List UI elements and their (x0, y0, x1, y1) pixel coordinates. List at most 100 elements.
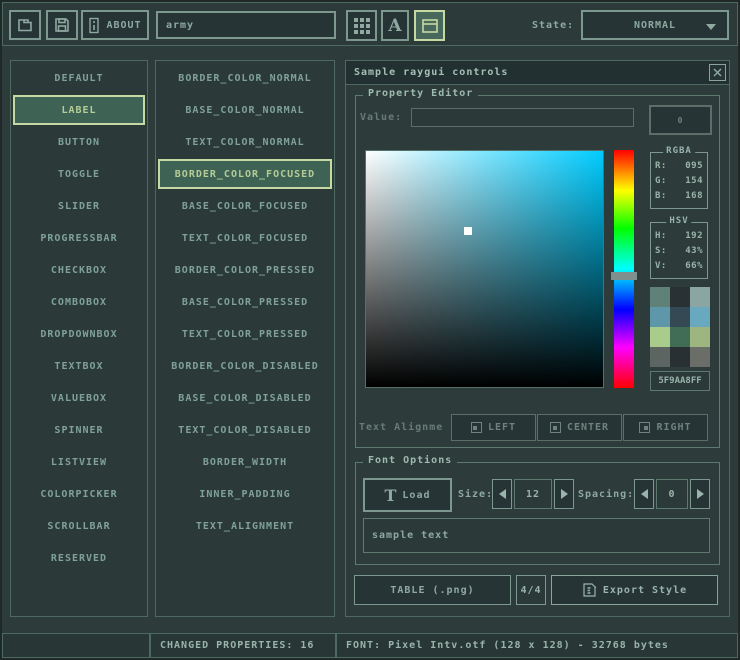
property-item-text_color_focused[interactable]: TEXT_COLOR_FOCUSED (158, 223, 332, 253)
align-center-button[interactable]: CENTER (537, 414, 622, 441)
control-item-button[interactable]: BUTTON (13, 127, 145, 157)
align-right-button[interactable]: RIGHT (623, 414, 708, 441)
font-load-button[interactable]: T Load (363, 478, 452, 512)
control-item-progressbar[interactable]: PROGRESSBAR (13, 223, 145, 253)
size-value: 12 (526, 489, 540, 500)
control-item-default[interactable]: DEFAULT (13, 63, 145, 93)
style-color-swatch-0[interactable] (650, 287, 670, 307)
control-item-listview[interactable]: LISTVIEW (13, 447, 145, 477)
property-item-base_color_focused[interactable]: BASE_COLOR_FOCUSED (158, 191, 332, 221)
size-decrease-button[interactable] (492, 479, 512, 509)
style-color-swatch-11[interactable] (690, 347, 710, 367)
hue-slider-handle[interactable] (611, 272, 637, 280)
property-item-base_color_normal[interactable]: BASE_COLOR_NORMAL (158, 95, 332, 125)
style-color-swatch-6[interactable] (650, 327, 670, 347)
style-color-swatch-8[interactable] (690, 327, 710, 347)
controls-view-button[interactable] (414, 10, 445, 41)
state-dropdown[interactable]: NORMAL (581, 10, 729, 40)
value-spinner-button[interactable]: 0 (649, 105, 712, 135)
sample-text-input[interactable]: sample text (363, 518, 710, 553)
control-item-combobox[interactable]: COMBOBOX (13, 287, 145, 317)
color-picker-sv-square[interactable] (365, 150, 604, 388)
control-item-checkbox[interactable]: CHECKBOX (13, 255, 145, 285)
property-item-text_color_disabled[interactable]: TEXT_COLOR_DISABLED (158, 415, 332, 445)
control-item-textbox[interactable]: TEXTBOX (13, 351, 145, 381)
style-color-swatch-10[interactable] (670, 347, 690, 367)
folder-open-icon (15, 15, 35, 35)
hex-color-input[interactable]: 5F9AA8FF (650, 371, 710, 391)
spacing-decrease-button[interactable] (634, 479, 654, 509)
property-item-text_alignment[interactable]: TEXT_ALIGNMENT (158, 511, 332, 541)
property-item-border_width[interactable]: BORDER_WIDTH (158, 447, 332, 477)
control-item-toggle[interactable]: TOGGLE (13, 159, 145, 189)
export-format-label: TABLE (.png) (390, 585, 474, 596)
control-item-scrollbar[interactable]: SCROLLBAR (13, 511, 145, 541)
value-input[interactable] (411, 108, 634, 127)
spacing-value: 0 (668, 489, 675, 500)
size-value-box[interactable]: 12 (514, 479, 552, 509)
hex-color-value: 5F9AA8FF (658, 376, 701, 386)
size-label: Size: (458, 478, 493, 510)
spacing-increase-button[interactable] (690, 479, 710, 509)
font-view-button[interactable]: A (381, 10, 409, 41)
export-format-pages[interactable]: 4/4 (516, 575, 546, 605)
align-right-icon (639, 422, 650, 433)
style-color-swatch-3[interactable] (650, 307, 670, 327)
window-close-button[interactable] (709, 64, 726, 81)
size-increase-button[interactable] (554, 479, 574, 509)
window-title-bar[interactable]: Sample raygui controls (346, 61, 729, 85)
style-color-swatch-7[interactable] (670, 327, 690, 347)
style-color-swatch-9[interactable] (650, 347, 670, 367)
export-format-button[interactable]: TABLE (.png) (354, 575, 511, 605)
property-item-text_color_pressed[interactable]: TEXT_COLOR_PRESSED (158, 319, 332, 349)
property-item-border_color_focused[interactable]: BORDER_COLOR_FOCUSED (158, 159, 332, 189)
chevron-down-icon (706, 24, 716, 30)
property-item-base_color_pressed[interactable]: BASE_COLOR_PRESSED (158, 287, 332, 317)
style-table-view-button[interactable] (346, 10, 377, 41)
control-item-reserved[interactable]: RESERVED (13, 543, 145, 573)
state-dropdown-value: NORMAL (634, 20, 676, 31)
window-panel-icon (421, 18, 439, 34)
controls-listview: DEFAULTLABELBUTTONTOGGLESLIDERPROGRESSBA… (10, 60, 148, 617)
property-item-text_color_normal[interactable]: TEXT_COLOR_NORMAL (158, 127, 332, 157)
property-editor-group-label: Property Editor (363, 88, 478, 99)
saturation-label: S: (655, 246, 667, 256)
property-item-base_color_disabled[interactable]: BASE_COLOR_DISABLED (158, 383, 332, 413)
font-load-label: Load (402, 490, 430, 501)
style-name-input[interactable]: army (156, 11, 336, 39)
control-item-label[interactable]: LABEL (13, 95, 145, 125)
property-item-inner_padding[interactable]: INNER_PADDING (158, 479, 332, 509)
style-color-swatch-2[interactable] (690, 287, 710, 307)
rgba-green-row: G: 154 (651, 173, 707, 188)
statusbar-font-info: FONT: Pixel Intv.otf (128 x 128) - 32768… (336, 633, 738, 658)
hue-bar[interactable] (614, 150, 634, 388)
hsv-hue-row: H: 192 (651, 228, 707, 243)
control-item-valuebox[interactable]: VALUEBOX (13, 383, 145, 413)
align-right-label: RIGHT (656, 422, 691, 433)
control-item-colorpicker[interactable]: COLORPICKER (13, 479, 145, 509)
property-item-border_color_disabled[interactable]: BORDER_COLOR_DISABLED (158, 351, 332, 381)
text-alignment-label: Text Alignme (359, 414, 451, 441)
floppy-save-icon (52, 15, 72, 35)
align-left-button[interactable]: LEFT (451, 414, 536, 441)
align-center-icon (550, 422, 561, 433)
property-item-border_color_pressed[interactable]: BORDER_COLOR_PRESSED (158, 255, 332, 285)
style-color-swatch-4[interactable] (670, 307, 690, 327)
spacing-value-box[interactable]: 0 (656, 479, 688, 509)
control-item-spinner[interactable]: SPINNER (13, 415, 145, 445)
value-label: Value: (360, 104, 402, 130)
font-options-group-label: Font Options (363, 455, 457, 466)
align-left-icon (471, 422, 482, 433)
style-color-swatch-5[interactable] (690, 307, 710, 327)
color-picker-cursor[interactable] (464, 227, 472, 235)
save-file-button[interactable] (46, 10, 78, 40)
open-file-button[interactable] (9, 10, 41, 40)
control-item-slider[interactable]: SLIDER (13, 191, 145, 221)
control-item-dropdownbox[interactable]: DROPDOWNBOX (13, 319, 145, 349)
align-center-label: CENTER (567, 422, 609, 433)
about-button[interactable]: ABOUT (81, 10, 149, 40)
style-name-value: army (166, 20, 194, 31)
style-color-swatch-1[interactable] (670, 287, 690, 307)
property-item-border_color_normal[interactable]: BORDER_COLOR_NORMAL (158, 63, 332, 93)
export-style-button[interactable]: Export Style (551, 575, 718, 605)
